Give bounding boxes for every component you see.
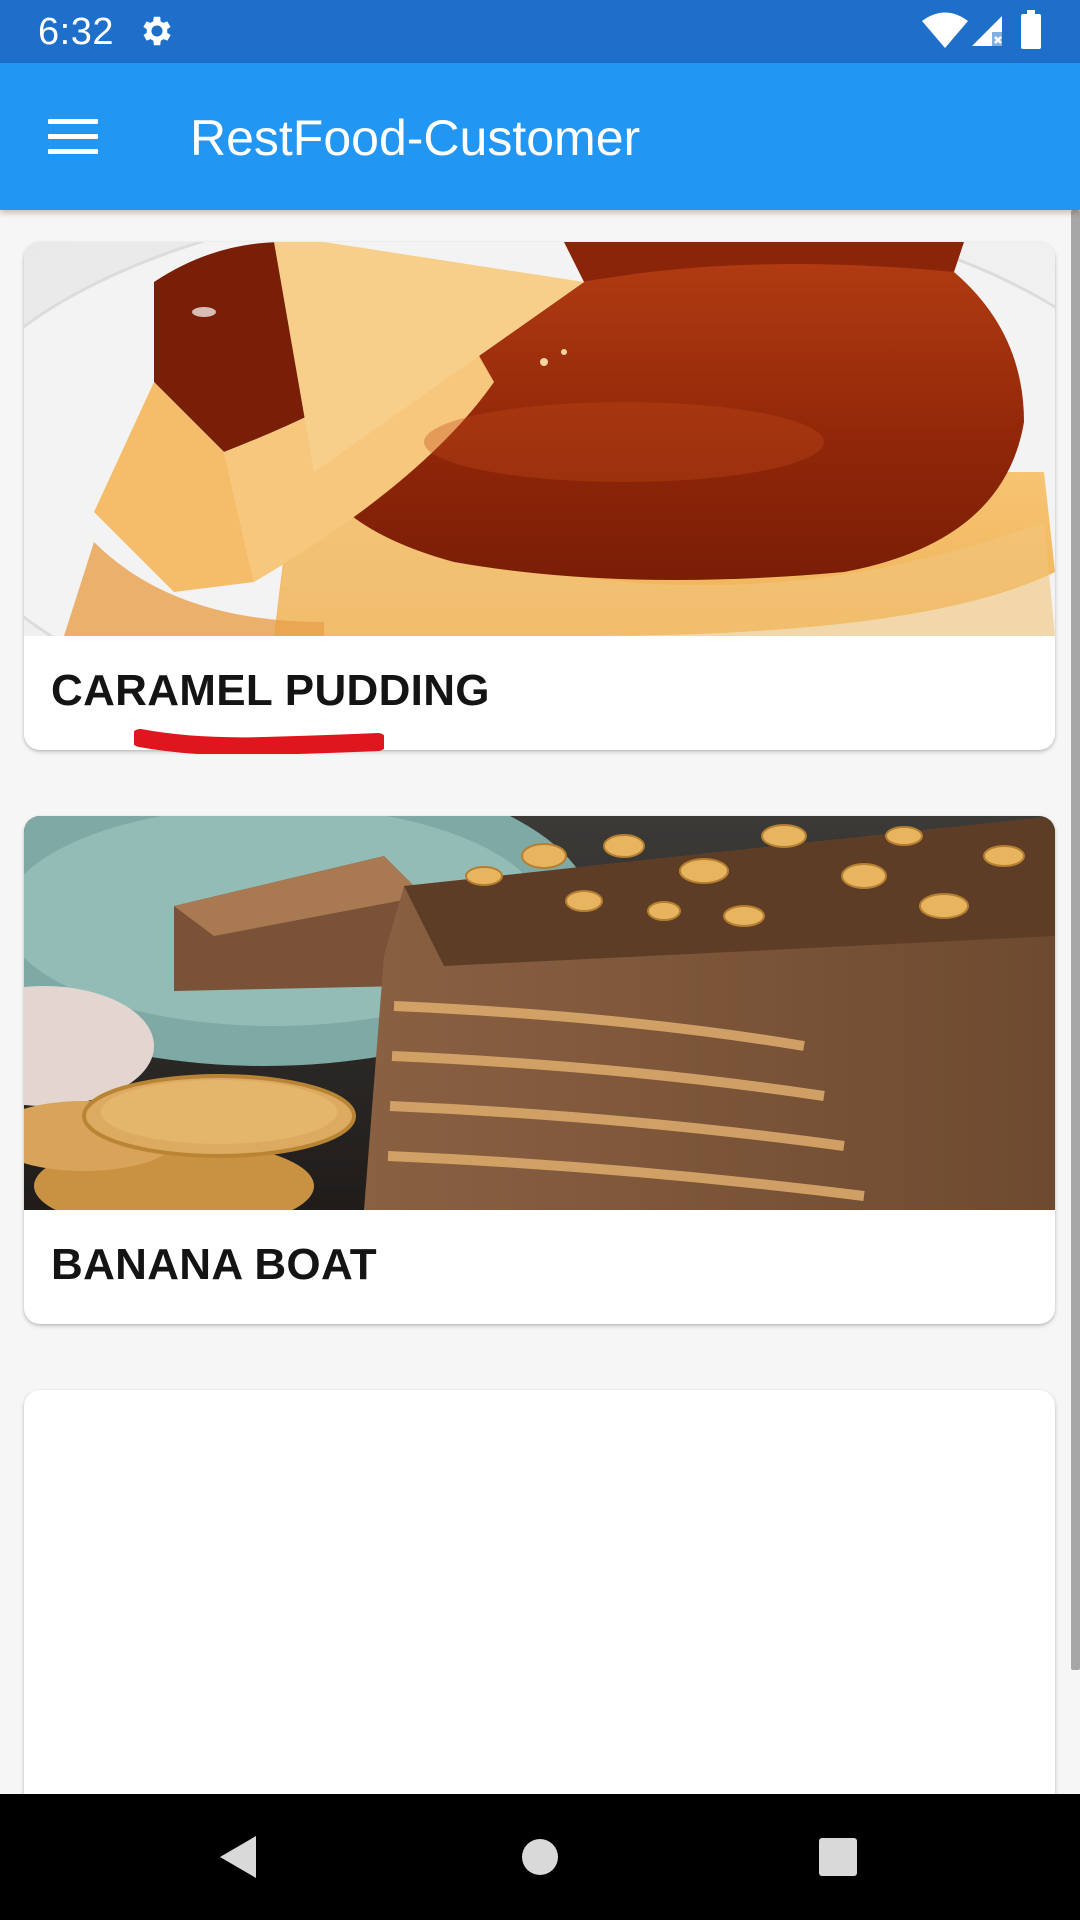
caramel-pudding-photo [24, 242, 1055, 636]
menu-button[interactable] [28, 95, 118, 179]
back-icon[interactable] [216, 1834, 260, 1880]
menu-item-card[interactable] [24, 1390, 1055, 1794]
menu-item-name: CARAMEL PUDDING [51, 666, 490, 715]
back-button[interactable] [193, 1819, 283, 1895]
recents-icon[interactable] [817, 1836, 859, 1878]
menu-item-card[interactable]: CARAMEL PUDDING [24, 242, 1055, 750]
home-button[interactable] [495, 1819, 585, 1895]
battery-icon [1021, 10, 1041, 49]
biscuit-chocolate-cake-photo [24, 816, 1055, 1210]
hamburger-menu-icon[interactable] [48, 119, 98, 155]
signal-icon [972, 16, 1002, 46]
status-bar: 6:32 [0, 0, 1080, 63]
status-time: 6:32 [38, 11, 114, 53]
menu-list[interactable]: CARAMEL PUDDING BANANA BOAT [0, 210, 1080, 1794]
menu-item-card[interactable]: BANANA BOAT [24, 816, 1055, 1324]
app-title: RestFood-Customer [190, 110, 641, 166]
home-icon[interactable] [520, 1837, 560, 1877]
menu-item-name: BANANA BOAT [51, 1240, 377, 1289]
navigation-bar [0, 1794, 1080, 1920]
recents-button[interactable] [793, 1819, 883, 1895]
gear-icon [143, 16, 171, 46]
app-bar: RestFood-Customer [0, 63, 1080, 210]
wifi-icon [922, 12, 968, 48]
scrollbar[interactable] [1071, 210, 1080, 1670]
